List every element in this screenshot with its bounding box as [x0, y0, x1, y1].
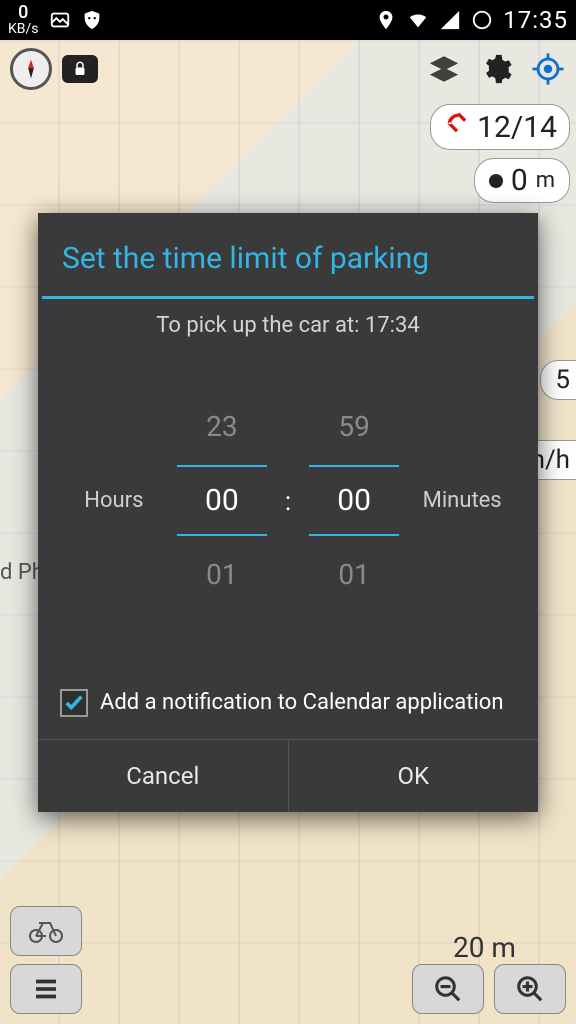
hours-next[interactable]: 01	[206, 536, 237, 613]
dialog-subtitle: To pick up the car at: 17:34	[38, 299, 538, 348]
hours-selected[interactable]: 00	[177, 465, 267, 536]
calendar-notification-row[interactable]: Add a notification to Calendar applicati…	[38, 673, 538, 740]
time-picker: Hours 23 00 01 : 59 00 01 Minutes	[38, 348, 538, 673]
minutes-next[interactable]: 01	[338, 536, 369, 613]
checkbox-label: Add a notification to Calendar applicati…	[100, 690, 504, 715]
minutes-picker[interactable]: 59 00 01	[309, 388, 399, 613]
parking-time-dialog: Set the time limit of parking To pick up…	[38, 213, 538, 812]
hours-label: Hours	[69, 488, 159, 513]
checkbox-checked-icon[interactable]	[60, 689, 88, 717]
minutes-selected[interactable]: 00	[309, 465, 399, 536]
minutes-label: Minutes	[417, 488, 507, 513]
hours-picker[interactable]: 23 00 01	[177, 388, 267, 613]
dialog-scrim: Set the time limit of parking To pick up…	[0, 0, 576, 1024]
hours-prev[interactable]: 23	[206, 388, 237, 465]
ok-button[interactable]: OK	[288, 740, 539, 812]
dialog-buttons: Cancel OK	[38, 740, 538, 812]
minutes-prev[interactable]: 59	[338, 388, 369, 465]
dialog-title: Set the time limit of parking	[38, 213, 538, 296]
cancel-button[interactable]: Cancel	[38, 740, 288, 812]
time-colon: :	[285, 483, 291, 517]
